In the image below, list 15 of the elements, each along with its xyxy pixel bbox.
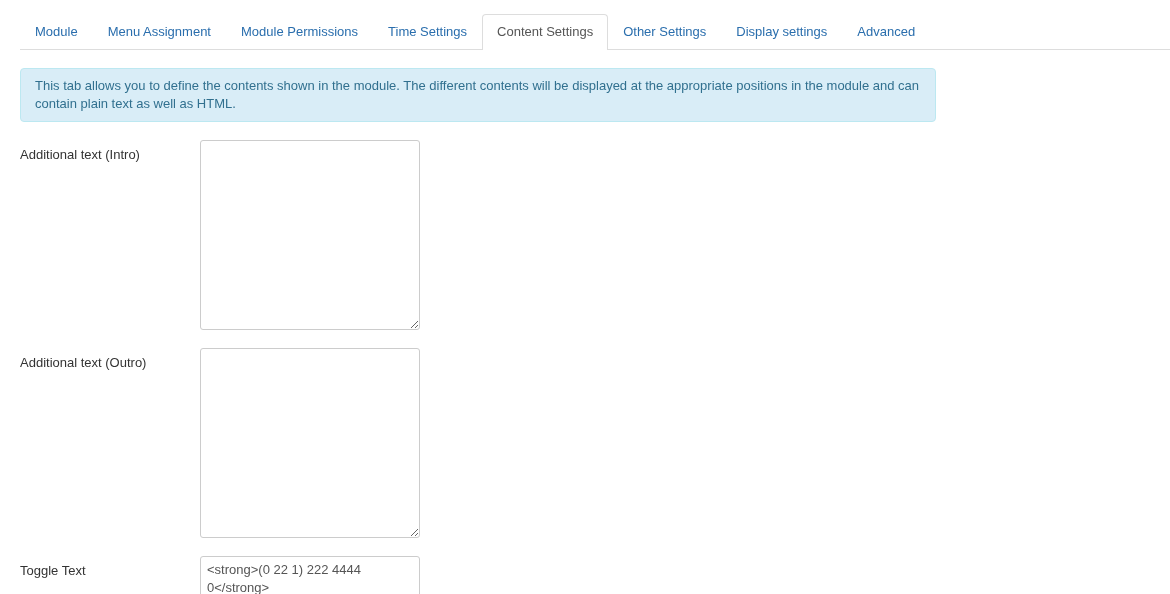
- tab[interactable]: Menu Assignment: [92, 14, 226, 49]
- tab[interactable]: Content Settings: [482, 14, 609, 50]
- tab[interactable]: Module Permissions: [226, 14, 374, 49]
- field-label: Toggle Text: [20, 562, 87, 580]
- text-area[interactable]: [200, 348, 420, 538]
- info-message: This tab allows you to define the contents shown in the module. The different contents will be displayed at the appropriate positions in the module and can contain plain text as well as HTML.: [20, 68, 936, 122]
- text-area[interactable]: [200, 140, 420, 330]
- tab[interactable]: Module: [20, 14, 93, 49]
- tab[interactable]: Advanced: [842, 14, 931, 49]
- tab[interactable]: Time Settings: [373, 14, 483, 49]
- field-label: Additional text (Outro): [20, 354, 148, 372]
- tab[interactable]: Display settings: [721, 14, 843, 49]
- tab[interactable]: Other Settings: [608, 14, 722, 49]
- field-label: Additional text (Intro): [20, 146, 141, 164]
- text-area[interactable]: <strong>(0 22 1) 222 4444 0</strong>: [200, 556, 420, 594]
